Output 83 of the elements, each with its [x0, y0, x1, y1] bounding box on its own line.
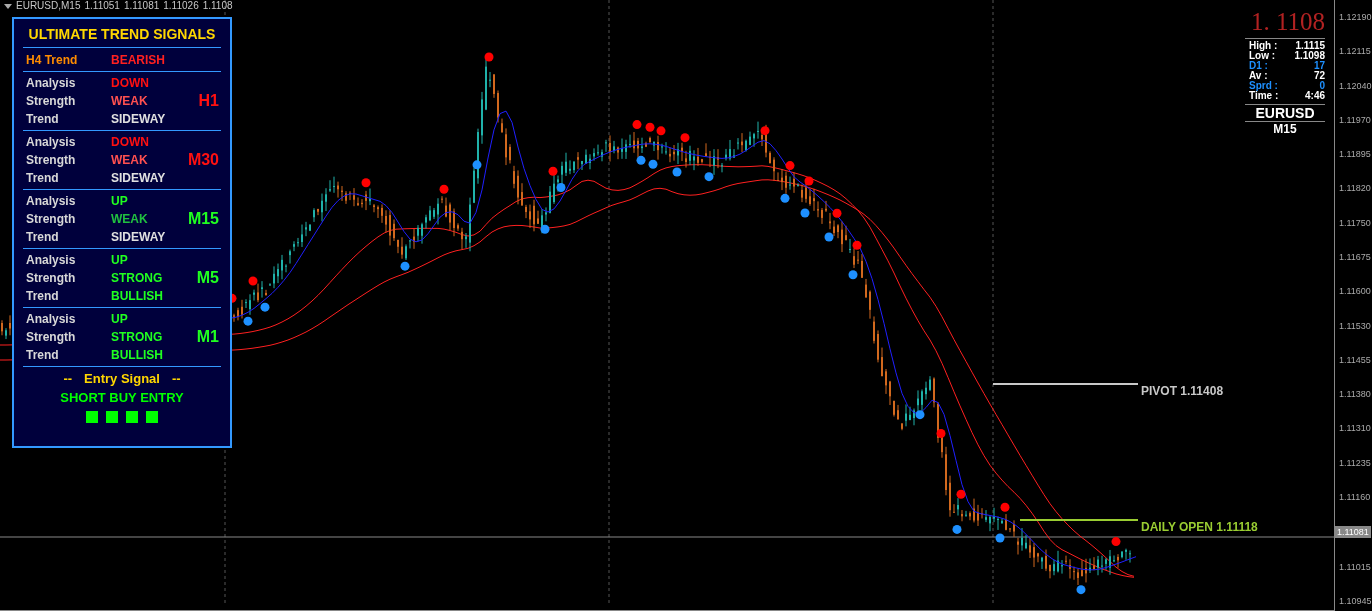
stat-value: 72 — [1313, 71, 1325, 81]
row-label: Strength — [26, 270, 77, 287]
entry-heading: Entry Signal — [84, 370, 160, 388]
stat-value: 17 — [1313, 61, 1325, 71]
row-value: UP — [111, 311, 129, 328]
row-value: UP — [111, 252, 129, 269]
quote-value: 1.11026 — [163, 1, 199, 11]
price-tick-label: 1.11820 — [1338, 183, 1372, 195]
row-value: BULLISH — [111, 288, 164, 305]
stat-value: 1.1115 — [1295, 41, 1325, 51]
row-label: Trend — [26, 111, 60, 128]
chart-symbol: EURUSD,M15 — [16, 1, 81, 11]
stat-label: Av : — [1248, 71, 1268, 81]
timeframe-label: M15 — [187, 209, 220, 229]
quote-value: 1.11081 — [123, 1, 160, 11]
row-label: Trend — [26, 170, 60, 187]
price-tick-label: 1.12040 — [1338, 80, 1372, 92]
timeframe-label: M1 — [196, 327, 220, 347]
timeframe-label: H1 — [198, 91, 220, 111]
level-label: PIVOT 1.11408 — [1141, 385, 1224, 397]
price-tick-label: 1.11310 — [1338, 423, 1372, 435]
row-label: Trend — [26, 347, 60, 364]
row-label: Analysis — [26, 134, 77, 151]
row-value: DOWN — [111, 75, 150, 92]
stat-label: Time : — [1248, 91, 1279, 101]
price-tick-label: 1.12115 — [1338, 46, 1372, 58]
price-tick-label: 1.10945 — [1338, 595, 1372, 607]
row-label: Analysis — [26, 193, 77, 210]
symbol-label: EURUSD — [1254, 105, 1316, 121]
row-label: Analysis — [26, 252, 77, 269]
stat-label: D1 : — [1248, 61, 1268, 71]
row-value: WEAK — [111, 211, 149, 228]
row-value: BULLISH — [111, 347, 164, 364]
stat-label: Low : — [1248, 51, 1276, 61]
timeframe-label: M15 — [1272, 122, 1298, 136]
row-label: Trend — [26, 229, 60, 246]
stat-label: High : — [1248, 41, 1278, 51]
row-label: Strength — [26, 93, 77, 110]
stat-value: 0 — [1319, 81, 1325, 91]
row-label: Strength — [26, 152, 77, 169]
row-value: STRONG — [111, 329, 164, 346]
row-label: H4 Trend — [26, 51, 79, 69]
stat-value: 4:46 — [1305, 91, 1325, 101]
quote-value: 1.11051 — [84, 1, 120, 11]
stat-value: 1.1098 — [1294, 51, 1325, 61]
row-value: SIDEWAY — [111, 229, 167, 246]
row-value: WEAK — [111, 152, 149, 169]
row-label: Strength — [26, 329, 77, 346]
price-display: 1. 1108 — [1249, 8, 1325, 36]
level-label: DAILY OPEN 1.11118 — [1141, 521, 1258, 533]
timeframe-label: M30 — [187, 150, 220, 170]
price-tick-label: 1.12190 — [1338, 12, 1372, 23]
panel-title: ULTIMATE TREND SIGNALS — [27, 25, 217, 44]
stat-label: Sprd : — [1248, 81, 1278, 91]
price-tick-label: 1.11675 — [1338, 251, 1372, 263]
current-price-badge: 1.11081 — [1335, 526, 1371, 539]
price-tick-label: 1.11455 — [1338, 354, 1372, 366]
row-value: UP — [111, 193, 129, 210]
dropdown-icon[interactable] — [4, 3, 12, 9]
price-tick-label: 1.11015 — [1338, 561, 1372, 573]
entry-signal: SHORT BUY ENTRY — [60, 389, 184, 407]
price-tick-label: 1.11600 — [1338, 286, 1372, 298]
row-value: DOWN — [111, 134, 150, 151]
price-tick-label: 1.11750 — [1338, 217, 1372, 229]
row-label: Analysis — [26, 311, 77, 328]
dashes: -- — [63, 370, 73, 388]
dashes: -- — [171, 370, 181, 388]
row-value: WEAK — [111, 93, 149, 110]
row-value: STRONG — [111, 270, 164, 287]
row-value: SIDEWAY — [111, 111, 167, 128]
row-value: BEARISH — [111, 51, 166, 69]
row-label: Strength — [26, 211, 77, 228]
price-tick-label: 1.11895 — [1338, 149, 1372, 161]
timeframe-label: M5 — [196, 268, 220, 288]
row-value: SIDEWAY — [111, 170, 167, 187]
price-tick-label: 1.11530 — [1338, 320, 1372, 332]
price-tick-label: 1.11235 — [1338, 457, 1372, 469]
price-tick-label: 1.11380 — [1338, 389, 1372, 401]
row-label: Analysis — [26, 75, 77, 92]
price-tick-label: 1.11160 — [1338, 491, 1372, 503]
quote-value: 1.1108 — [202, 1, 233, 11]
row-label: Trend — [26, 288, 60, 305]
price-tick-label: 1.11970 — [1338, 114, 1372, 126]
